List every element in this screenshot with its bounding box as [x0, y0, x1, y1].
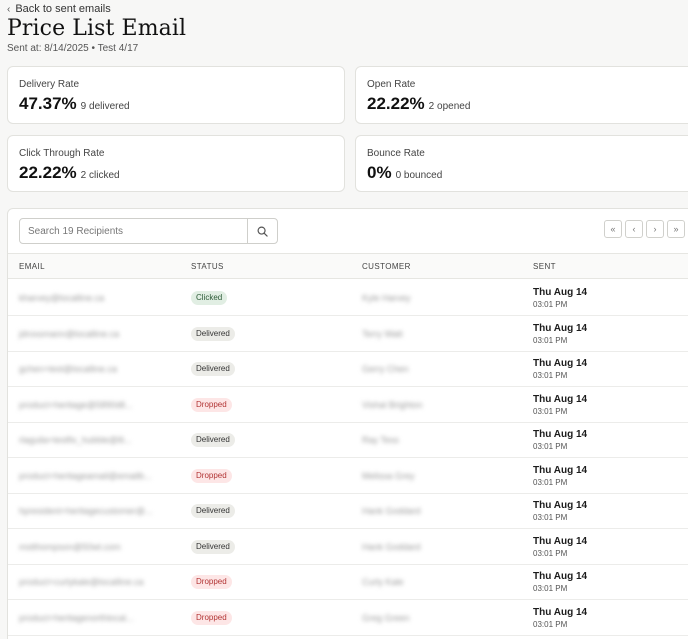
recipient-email: gchen+test@localline.ca [19, 364, 117, 374]
recipients-table-panel: « ‹ › » EMAIL STATUS CUSTOMER SENT kharv… [7, 208, 688, 639]
status-badge: Delivered [191, 326, 235, 341]
back-to-sent-emails-link[interactable]: ‹ Back to sent emails [7, 3, 111, 15]
stat-card-click-through-rate: Click Through Rate 22.22% 2 clicked [7, 135, 345, 192]
status-badge: Dropped [191, 468, 232, 483]
column-header-customer[interactable]: CUSTOMER [362, 262, 411, 271]
recipient-email: jdrossmann@localline.ca [19, 328, 120, 339]
customer-name: Hank Goddard [362, 506, 421, 516]
last-page-button[interactable]: » [667, 220, 685, 238]
column-header-email[interactable]: EMAIL [19, 262, 45, 271]
sent-date: Thu Aug 14 [533, 429, 588, 440]
customer-name: Vishal Brighton [362, 399, 423, 410]
customer-name: Curly Kale [362, 577, 404, 587]
status-badge: Dropped [191, 575, 232, 589]
status-badge: Clicked [191, 291, 228, 305]
table-row[interactable]: gchen+test@localline.ca Delivered Gerry Ch… [8, 351, 688, 387]
page-title: Price List Email [7, 16, 187, 41]
customer-name: Melissa Grey [362, 470, 415, 481]
first-page-button[interactable]: « [604, 220, 622, 238]
customer-name: Hank Goddard [362, 541, 421, 552]
stat-label: Click Through Rate [19, 148, 105, 159]
stat-sub: 9 delivered [80, 101, 130, 112]
table-row[interactable]: product+heritage@5890dll... Dropped Vishal… [8, 387, 688, 423]
pagination: « ‹ › » [604, 220, 685, 238]
customer-name: Kyle Harvey [362, 293, 411, 303]
status-badge: Delivered [191, 539, 235, 554]
recipient-email: kharvey@localline.ca [19, 293, 105, 303]
search-button[interactable] [247, 219, 277, 243]
stat-value: 0% [367, 163, 392, 182]
sent-time: 03:01 PM [533, 584, 568, 593]
recipient-email: mstthompson@50wt.com [19, 541, 121, 552]
sent-time: 03:01 PM [533, 513, 568, 522]
sent-meta: Sent at: 8/14/2025 • Test 4/17 [7, 43, 139, 54]
sent-time: 03:01 PM [533, 406, 568, 416]
table-row[interactable]: jdrossmann@localline.ca Delivered Terry Wa… [8, 316, 688, 352]
back-link-label: Back to sent emails [15, 3, 111, 15]
table-row[interactable]: product+heritageamail@emailb... Dropped Me… [8, 458, 688, 494]
status-badge: Delivered [191, 433, 235, 447]
sent-time: 03:01 PM [533, 335, 568, 345]
sent-date: Thu Aug 14 [533, 393, 588, 405]
sent-date: Thu Aug 14 [533, 322, 588, 334]
table-header: EMAIL STATUS CUSTOMER SENT [8, 253, 688, 279]
table-row[interactable]: mstthompson@50wt.com Delivered Hank Goddar… [8, 529, 688, 565]
prev-page-button[interactable]: ‹ [625, 220, 643, 238]
sent-time: 03:01 PM [533, 371, 568, 380]
stat-card-open-rate: Open Rate 22.22% 2 opened [355, 66, 688, 124]
recipient-email: product+heritageamail@emailb... [19, 470, 152, 481]
stat-sub: 0 bounced [395, 170, 443, 181]
sent-date: Thu Aug 14 [533, 287, 588, 298]
stat-label: Open Rate [367, 79, 416, 90]
table-row[interactable]: kharvey@localline.ca Clicked Kyle Harvey Th… [8, 280, 688, 316]
stat-sub: 2 opened [428, 101, 471, 112]
status-badge: Delivered [191, 362, 235, 376]
status-badge: Delivered [191, 504, 235, 518]
recipient-email: product+heritagenorthlocal... [19, 612, 134, 623]
table-row[interactable]: product+curlykale@localline.ca Dropped Cur… [8, 564, 688, 600]
recipient-email: hpresident+heritagecustomer@... [19, 506, 153, 516]
table-row[interactable]: product+heritagenorthlocal... Dropped Greg… [8, 600, 688, 636]
sent-date: Thu Aug 14 [533, 535, 588, 547]
stat-value: 22.22% [19, 163, 77, 182]
stat-value: 47.37% [19, 94, 77, 113]
stat-sub: 2 clicked [80, 170, 120, 181]
sent-time: 03:01 PM [533, 619, 568, 629]
sent-date: Thu Aug 14 [533, 606, 588, 618]
recipient-email: product+curlykale@localline.ca [19, 577, 144, 587]
recipient-email: rlaguila+testfix_hubble@lli... [19, 435, 132, 445]
search-box [19, 218, 278, 244]
customer-name: Gerry Chen [362, 364, 409, 374]
recipient-email: product+heritage@5890dll... [19, 399, 133, 410]
sent-time: 03:01 PM [533, 477, 568, 487]
next-page-button[interactable]: › [646, 220, 664, 238]
customer-name: Terry Watt [362, 328, 403, 339]
sent-time: 03:01 PM [533, 300, 568, 309]
search-icon [257, 226, 268, 237]
table-row[interactable]: hpresident+heritagecustomer@... Delivered… [8, 493, 688, 529]
status-badge: Dropped [191, 397, 232, 412]
chevron-left-icon: ‹ [7, 3, 11, 15]
status-badge: Dropped [191, 610, 232, 625]
sent-time: 03:01 PM [533, 548, 568, 558]
stat-label: Delivery Rate [19, 79, 80, 90]
sent-date: Thu Aug 14 [533, 358, 588, 369]
column-header-sent[interactable]: SENT [533, 262, 556, 271]
stat-card-bounce-rate: Bounce Rate 0% 0 bounced [355, 135, 688, 192]
stat-value: 22.22% [367, 94, 425, 113]
sent-date: Thu Aug 14 [533, 464, 588, 476]
column-header-status[interactable]: STATUS [191, 262, 224, 271]
customer-name: Greg Green [362, 612, 410, 623]
sent-date: Thu Aug 14 [533, 571, 588, 582]
customer-name: Ray Tess [362, 435, 399, 445]
sent-time: 03:01 PM [533, 442, 568, 451]
stat-card-delivery-rate: Delivery Rate 47.37% 9 delivered [7, 66, 345, 124]
sent-date: Thu Aug 14 [533, 500, 588, 511]
search-recipients-input[interactable] [20, 219, 247, 243]
table-row[interactable]: rlaguila+testfix_hubble@lli... Delivered R… [8, 422, 688, 458]
stat-label: Bounce Rate [367, 148, 425, 159]
